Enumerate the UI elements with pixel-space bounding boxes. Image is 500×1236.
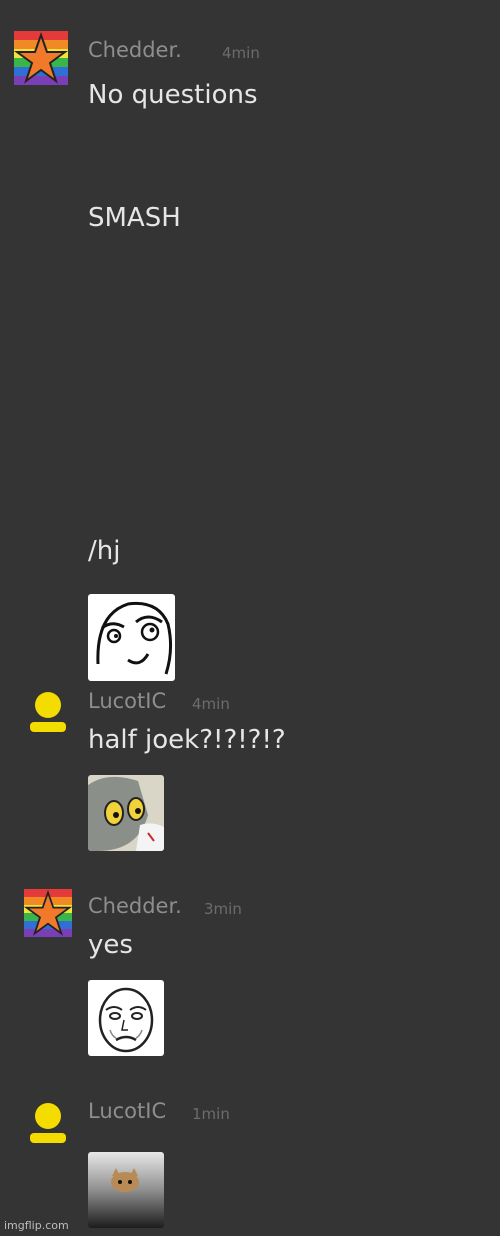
timestamp: 4min: [222, 44, 260, 62]
timestamp: 3min: [204, 900, 242, 918]
message-text: SMASH: [88, 203, 181, 233]
okay-guy-face-sticker[interactable]: [88, 980, 164, 1056]
username[interactable]: LucotIC: [88, 1099, 166, 1123]
rainbow-star-icon[interactable]: [14, 31, 68, 85]
username[interactable]: LucotIC: [88, 689, 166, 713]
message-text: /hj: [88, 536, 121, 566]
ceiling-cat-sticker[interactable]: [88, 1152, 164, 1228]
unsettled-tom-cat-sticker[interactable]: [88, 775, 164, 851]
smirk-rage-face-sticker[interactable]: [88, 594, 175, 681]
timestamp: 4min: [192, 695, 230, 713]
watermark: imgflip.com: [4, 1219, 69, 1232]
rainbow-star-icon[interactable]: [24, 889, 72, 937]
timestamp: 1min: [192, 1105, 230, 1123]
yellow-person-icon[interactable]: [26, 1101, 70, 1145]
message-text: half joek?!?!?!?: [88, 725, 286, 755]
message-text: No questions: [88, 80, 258, 110]
username[interactable]: Chedder.: [88, 894, 182, 918]
message-text: yes: [88, 930, 133, 960]
yellow-person-icon[interactable]: [26, 690, 70, 734]
username[interactable]: Chedder.: [88, 38, 182, 62]
